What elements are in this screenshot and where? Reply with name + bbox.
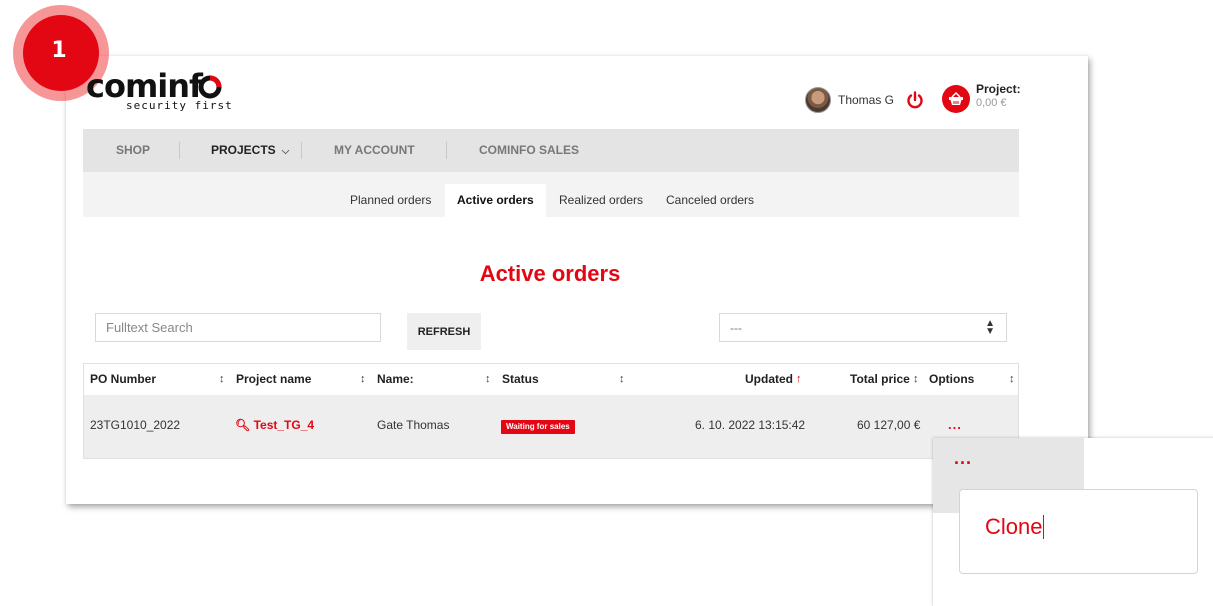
popover-options-trigger[interactable]: ... — [954, 448, 972, 469]
col-header-updated[interactable]: Updated — [745, 364, 793, 395]
project-name-link[interactable]: Test_TG_4 — [254, 418, 314, 432]
user-avatar[interactable] — [805, 87, 831, 113]
tab-planned-orders[interactable]: Planned orders — [338, 184, 443, 217]
col-header-po-number[interactable]: PO Number — [90, 364, 156, 395]
search-input[interactable] — [95, 313, 381, 342]
main-nav: SHOP PROJECTS ⌵ MY ACCOUNT COMINFO SALES — [83, 129, 1019, 172]
nav-divider — [301, 142, 302, 159]
status-badge: Waiting for sales — [501, 420, 575, 434]
col-header-status[interactable]: Status — [502, 364, 539, 395]
col-header-name[interactable]: Name: — [377, 364, 414, 395]
cominfo-logo[interactable]: cominfo cominf security first — [86, 66, 246, 116]
logo-tagline: security first — [126, 99, 233, 112]
nav-projects-label: PROJECTS — [211, 143, 276, 157]
col-header-total-price[interactable]: Total price — [850, 364, 910, 395]
cell-name: Gate Thomas — [377, 418, 450, 432]
clone-menu-item[interactable]: Clone — [985, 514, 1045, 540]
orders-table: PO Number ↕ Project name ↕ Name: ↕ Statu… — [83, 363, 1019, 459]
page-title: Active orders — [479, 261, 621, 286]
basket-icon[interactable] — [942, 85, 970, 113]
col-header-project-name[interactable]: Project name — [236, 364, 311, 395]
chevron-down-icon: ⌵ — [281, 146, 290, 157]
sort-icon[interactable]: ↕ — [913, 364, 919, 395]
nav-projects[interactable]: PROJECTS ⌵ — [211, 129, 289, 172]
sort-icon[interactable]: ↕ — [485, 364, 491, 395]
options-popover-zoom: ... Clone — [933, 438, 1213, 606]
user-name[interactable]: Thomas G — [838, 93, 894, 107]
tab-realized-orders[interactable]: Realized orders — [547, 184, 655, 217]
search-icon: 🔍︎ — [235, 418, 251, 432]
orders-subnav: Planned orders Active orders Realized or… — [83, 172, 1019, 217]
step-badge-number: 1 — [51, 38, 67, 63]
col-header-options: Options — [929, 372, 975, 386]
refresh-button[interactable]: REFRESH — [407, 313, 481, 350]
table-row[interactable]: 23TG1010_2022 🔍︎ Test_TG_4 Gate Thomas W… — [84, 395, 1018, 458]
select-arrows-icon: ▲ ▼ — [985, 318, 995, 337]
clone-label: Clone — [985, 514, 1043, 539]
options-button[interactable]: ... — [948, 417, 962, 432]
nav-shop[interactable]: SHOP — [116, 129, 150, 172]
sort-icon[interactable]: ↕ — [360, 364, 366, 395]
cell-po-number: 23TG1010_2022 — [90, 418, 181, 432]
filter-select-value: --- — [730, 321, 742, 335]
options-menu: Clone — [959, 489, 1198, 574]
filter-select[interactable]: --- ▲ ▼ — [719, 313, 1007, 342]
nav-cominfo-sales[interactable]: COMINFO SALES — [479, 129, 579, 172]
project-label[interactable]: Project: — [976, 82, 1021, 96]
nav-divider — [446, 142, 447, 159]
sort-icon[interactable]: ↕ — [1009, 364, 1015, 395]
cell-project-name[interactable]: 🔍︎ Test_TG_4 — [235, 418, 314, 432]
tab-canceled-orders[interactable]: Canceled orders — [654, 184, 766, 217]
cell-total-price: 60 127,00 € — [857, 418, 921, 432]
power-icon[interactable] — [906, 91, 924, 109]
sort-icon[interactable]: ↕ — [619, 364, 625, 395]
sort-icon[interactable]: ↕ — [219, 364, 225, 395]
cell-updated: 6. 10. 2022 13:15:42 — [695, 418, 806, 432]
project-value: 0,00 € — [976, 97, 1007, 109]
user-menu[interactable]: Thomas G — [805, 87, 924, 113]
text-cursor — [1043, 515, 1045, 539]
nav-my-account[interactable]: MY ACCOUNT — [334, 129, 415, 172]
sort-up-icon[interactable]: ↑ — [796, 364, 802, 395]
tab-active-orders[interactable]: Active orders — [445, 184, 546, 217]
nav-divider — [179, 142, 180, 159]
